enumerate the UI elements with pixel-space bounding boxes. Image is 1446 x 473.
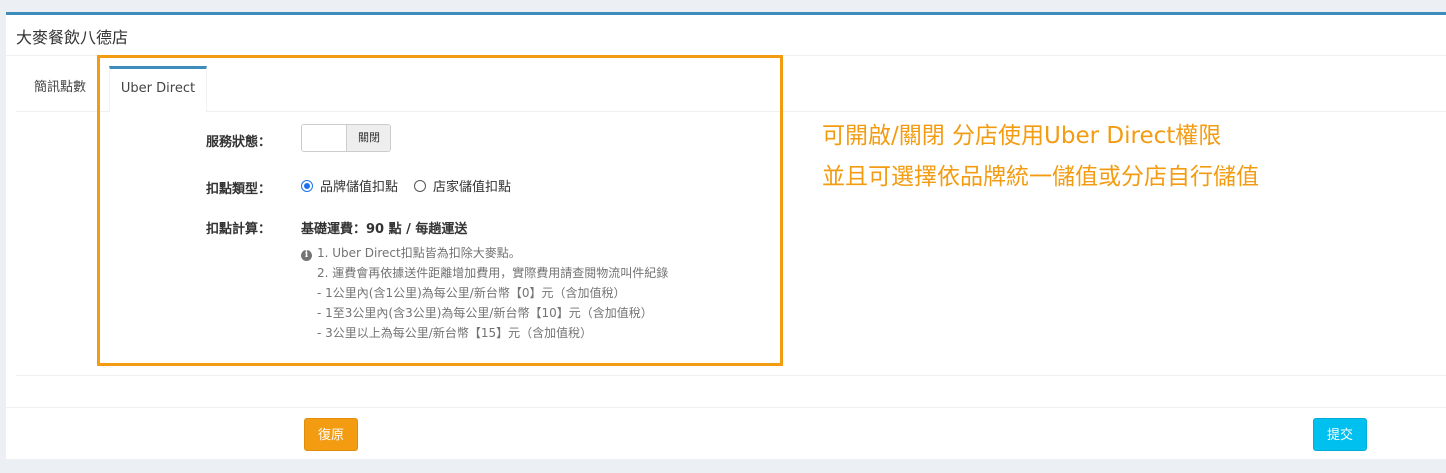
footer-divider [6,407,1446,408]
reset-button[interactable]: 復原 [304,418,358,451]
annotation-text-line-2: 並且可選擇依品牌統一儲值或分店自行儲值 [822,164,1259,190]
tab-sms-points[interactable]: 簡訊點數 [16,66,104,111]
annotation-highlight-box [97,55,783,366]
panel-title: 大麥餐飲八德店 [16,28,129,47]
submit-button[interactable]: 提交 [1313,418,1367,451]
annotation-text-line-1: 可開啟/關閉 分店使用Uber Direct權限 [822,123,1222,149]
